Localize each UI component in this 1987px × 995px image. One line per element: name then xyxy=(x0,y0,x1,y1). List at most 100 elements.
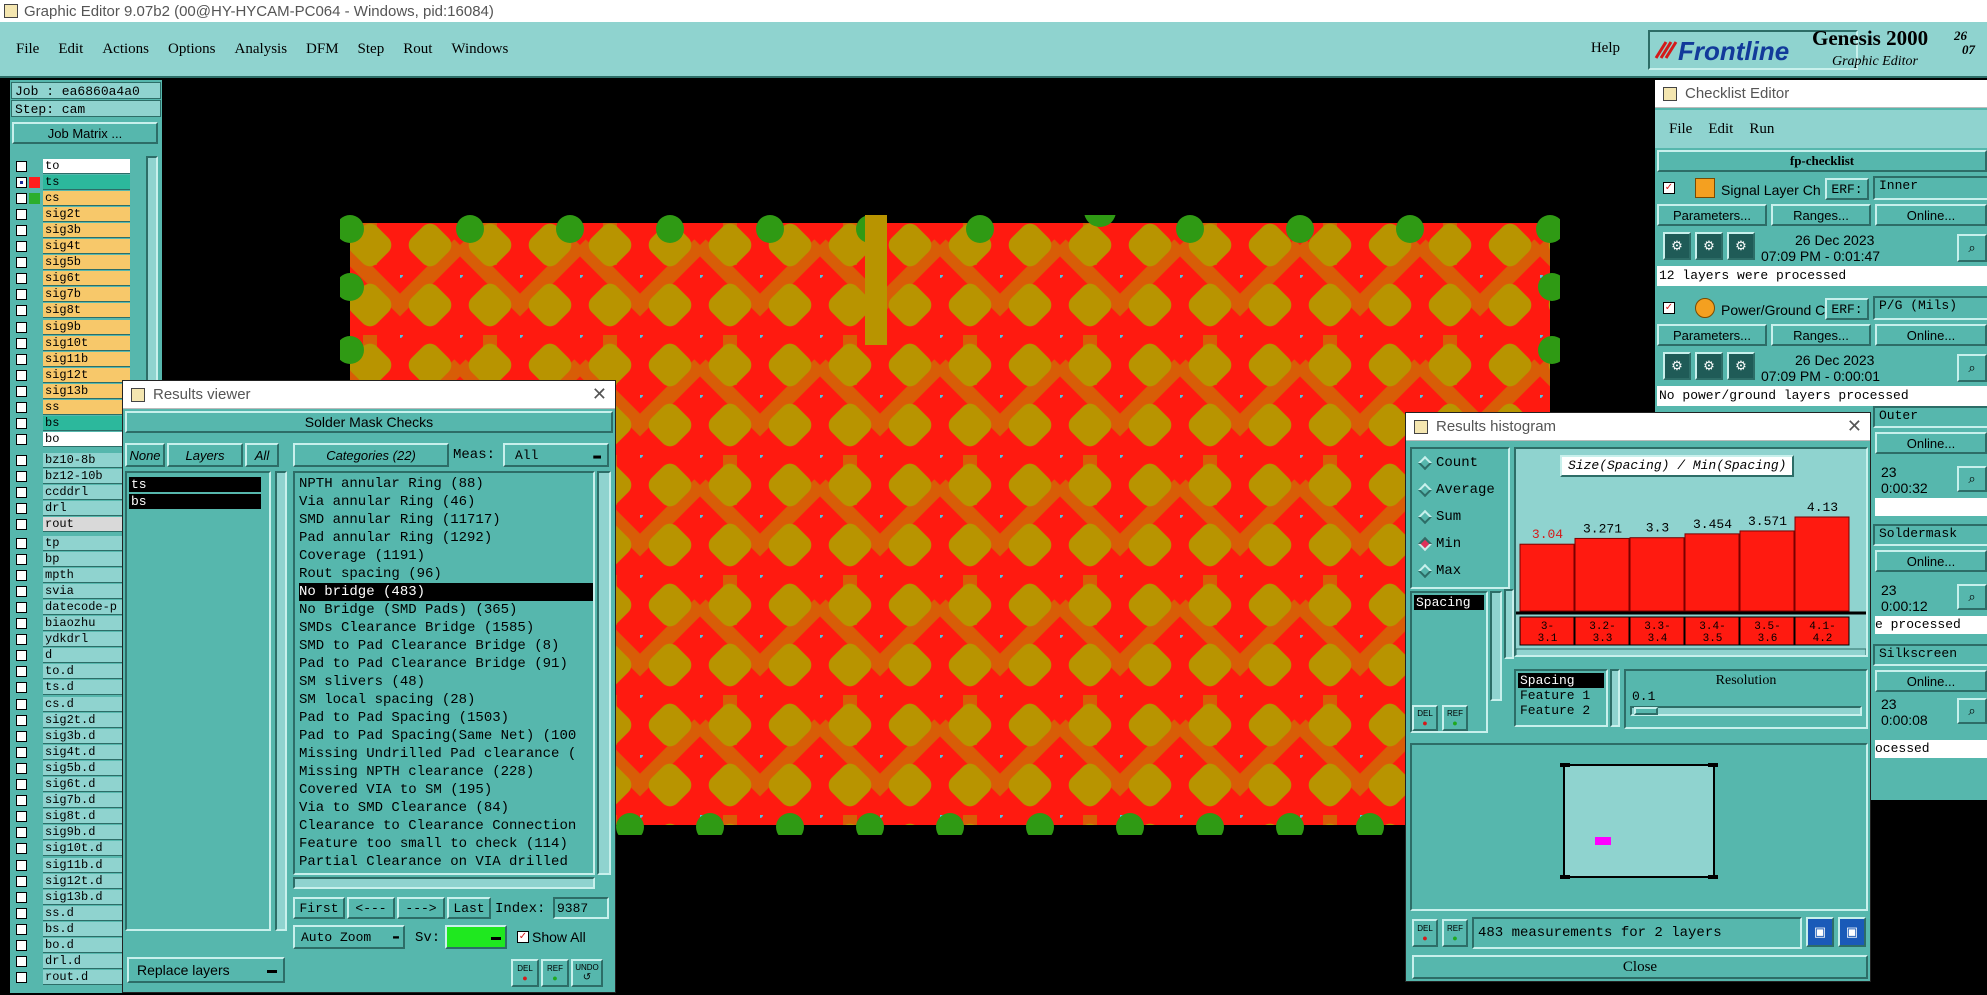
checkbox-checked-icon[interactable]: ✓ xyxy=(1663,302,1675,314)
category-item[interactable]: Partial Clearance on VIA drilled xyxy=(299,853,593,871)
layer-color-swatch[interactable] xyxy=(29,650,40,661)
run-icon[interactable]: ⚙ xyxy=(1695,232,1723,260)
categories-hscrollbar[interactable] xyxy=(293,877,595,889)
layer-color-swatch[interactable] xyxy=(29,827,40,838)
layer-row[interactable]: biaozhu xyxy=(10,616,130,632)
layer-color-swatch[interactable] xyxy=(29,747,40,758)
layer-color-swatch[interactable] xyxy=(29,731,40,742)
run-icon[interactable]: ⚙ xyxy=(1663,352,1691,380)
layer-row[interactable]: ydkdrl xyxy=(10,632,130,648)
run-icon[interactable]: ⚙ xyxy=(1695,352,1723,380)
erf-value[interactable]: Inner xyxy=(1873,176,1987,200)
layer-color-swatch[interactable] xyxy=(29,487,40,498)
layer-color-swatch[interactable] xyxy=(29,795,40,806)
layer-checkbox[interactable] xyxy=(16,940,27,951)
chart-vscrollbar[interactable] xyxy=(1504,589,1514,659)
category-item[interactable]: Clearance to Clearance Connection xyxy=(299,817,593,835)
layer-row[interactable]: rout xyxy=(10,516,130,532)
layer-checkbox[interactable] xyxy=(16,192,27,204)
layer-color-swatch[interactable] xyxy=(29,843,40,854)
layer-checkbox[interactable] xyxy=(16,305,27,317)
close-icon[interactable]: ✕ xyxy=(1847,416,1862,437)
layer-row[interactable]: sig2t xyxy=(10,206,130,222)
layer-row[interactable]: ts xyxy=(10,174,130,190)
layer-checkbox[interactable] xyxy=(16,746,27,758)
erf-button[interactable]: ERF: xyxy=(1825,178,1869,200)
category-item[interactable]: Pad to Pad Spacing (1503) xyxy=(299,709,593,727)
zoom-icon[interactable]: ⌕ xyxy=(1957,584,1987,610)
layer-checkbox[interactable] xyxy=(16,682,27,694)
layer-row[interactable]: sig13b.d xyxy=(10,889,130,905)
layer-color-swatch[interactable] xyxy=(29,811,40,822)
layer-checkbox[interactable] xyxy=(16,434,27,446)
layer-checkbox[interactable] xyxy=(16,454,27,466)
menu-actions[interactable]: Actions xyxy=(102,41,149,58)
layer-row[interactable]: ss xyxy=(10,400,130,416)
layer-color-swatch[interactable] xyxy=(29,338,40,349)
measure-list-item[interactable]: Spacing xyxy=(1414,595,1484,610)
layer-row[interactable]: drl.d xyxy=(10,954,130,970)
histogram-titlebar[interactable]: Results histogram ✕ xyxy=(1406,413,1870,441)
run-icon[interactable]: ⚙ xyxy=(1663,232,1691,260)
layer-color-swatch[interactable] xyxy=(29,434,40,445)
measure-scrollbar[interactable] xyxy=(1490,591,1502,701)
job-matrix-button[interactable]: Job Matrix ... xyxy=(12,122,158,144)
layer-checkbox[interactable] xyxy=(16,176,27,188)
layer-checkbox[interactable] xyxy=(16,666,27,678)
layer-checkbox[interactable] xyxy=(16,486,27,498)
auto-zoom-select[interactable]: Auto Zoom ▬ xyxy=(293,925,405,949)
categories-button[interactable]: Categories (22) xyxy=(293,443,449,467)
category-item[interactable]: Via to SMD Clearance (84) xyxy=(299,799,593,817)
layer-results-scrollbar[interactable] xyxy=(275,471,287,931)
layer-row[interactable]: ts.d xyxy=(10,680,130,696)
online-button[interactable]: Online... xyxy=(1875,550,1987,572)
layer-checkbox[interactable] xyxy=(16,875,27,887)
layer-row[interactable]: sig6t xyxy=(10,271,130,287)
layer-checkbox[interactable] xyxy=(16,518,27,530)
mode-average[interactable]: Average xyxy=(1412,476,1508,503)
layer-row[interactable]: bs.d xyxy=(10,921,130,937)
parameters-button[interactable]: Parameters... xyxy=(1657,324,1767,346)
layer-checkbox[interactable] xyxy=(16,779,27,790)
sv-color-select[interactable]: ▬ xyxy=(445,925,507,949)
layer-row[interactable]: sig12t.d xyxy=(10,873,130,889)
category-item[interactable]: No Bridge (SMD Pads) (365) xyxy=(299,601,593,619)
layer-row[interactable]: sig8t.d xyxy=(10,809,130,825)
menu-analysis[interactable]: Analysis xyxy=(235,41,288,58)
category-group-button[interactable]: Solder Mask Checks xyxy=(125,411,613,433)
layer-checkbox[interactable] xyxy=(16,353,27,365)
meas-select[interactable]: All ▬ xyxy=(503,443,609,467)
layer-color-swatch[interactable] xyxy=(29,699,40,710)
menu-file[interactable]: File xyxy=(16,41,39,58)
layer-checkbox[interactable] xyxy=(16,698,27,710)
layer-row[interactable]: tp xyxy=(10,535,130,551)
layer-checkbox[interactable] xyxy=(16,762,27,774)
run-icon[interactable]: ⚙ xyxy=(1727,352,1755,380)
layer-row[interactable]: bz10-8b xyxy=(10,452,130,468)
layer-row[interactable]: to.d xyxy=(10,664,130,680)
layer-color-swatch[interactable] xyxy=(29,471,40,482)
layer-checkbox[interactable] xyxy=(16,972,27,984)
ref-button[interactable]: REF ● xyxy=(1442,705,1468,731)
layer-row[interactable]: mpth xyxy=(10,567,130,583)
layer-checkbox[interactable] xyxy=(16,257,27,269)
category-item[interactable]: Pad to Pad Spacing(Same Net) (100 xyxy=(299,727,593,745)
layer-row[interactable]: cs xyxy=(10,190,130,206)
menu-dfm[interactable]: DFM xyxy=(306,41,339,58)
erf-value[interactable]: Outer xyxy=(1873,406,1987,428)
layer-checkbox[interactable] xyxy=(16,470,27,482)
parameters-button[interactable]: Parameters... xyxy=(1657,204,1767,226)
export-icon[interactable]: ▣ xyxy=(1806,917,1834,947)
layer-row[interactable]: d xyxy=(10,648,130,664)
layer-row[interactable]: sig12t xyxy=(10,367,130,383)
layer-row[interactable]: bp xyxy=(10,551,130,567)
layer-color-swatch[interactable] xyxy=(29,924,40,935)
layer-row[interactable]: ccddrl xyxy=(10,484,130,500)
layer-checkbox[interactable] xyxy=(16,289,27,301)
category-item[interactable]: SMDs Clearance Bridge (1585) xyxy=(299,619,593,637)
menu-rout[interactable]: Rout xyxy=(403,41,432,58)
layer-row[interactable]: sig5b.d xyxy=(10,760,130,776)
layer-checkbox[interactable] xyxy=(16,827,27,839)
layer-color-swatch[interactable] xyxy=(29,779,40,790)
layer-checkbox[interactable] xyxy=(16,923,27,935)
